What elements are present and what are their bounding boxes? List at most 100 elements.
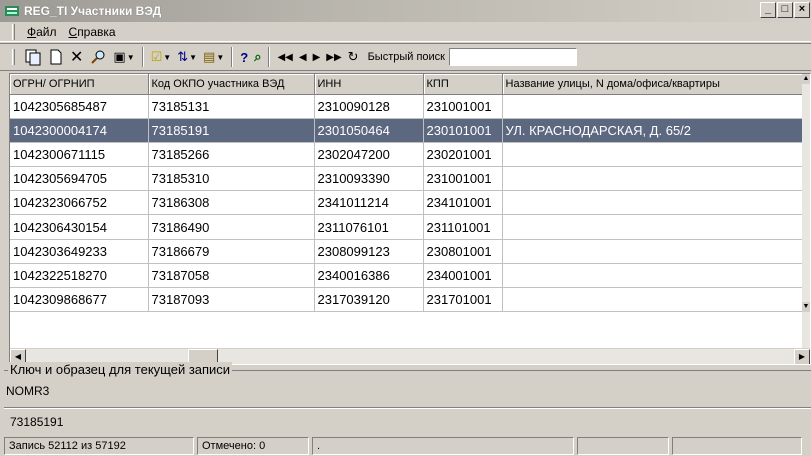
- table-cell[interactable]: [502, 190, 806, 216]
- sort-button[interactable]: ⇅ ▼: [174, 46, 200, 68]
- table-cell[interactable]: 73185310: [148, 166, 315, 192]
- column-header-kpp[interactable]: КПП: [423, 74, 503, 95]
- new-record-button[interactable]: [45, 46, 67, 68]
- table-cell[interactable]: 1042322518270: [10, 263, 149, 289]
- table-cell[interactable]: [502, 166, 806, 192]
- scroll-right-icon[interactable]: ▶: [794, 349, 810, 364]
- table-cell[interactable]: 2317039120: [314, 287, 424, 313]
- column-header-inn[interactable]: ИНН: [314, 74, 424, 95]
- first-record-icon: ◀◀: [277, 51, 293, 63]
- table-cell[interactable]: 1042300671115: [10, 142, 149, 168]
- table-cell[interactable]: 230101001: [423, 118, 503, 143]
- refresh-button[interactable]: ↻: [345, 46, 362, 68]
- last-record-button[interactable]: ▶▶: [323, 46, 344, 68]
- table-cell[interactable]: 231001001: [423, 166, 503, 192]
- search-button[interactable]: [86, 46, 110, 68]
- table-cell[interactable]: 73186490: [148, 214, 315, 240]
- key-panel: Ключ и образец для текущей записи NOMR3 …: [4, 362, 811, 434]
- close-button[interactable]: ×: [794, 2, 810, 18]
- find-record-icon: ⌕: [254, 49, 262, 64]
- mark-button[interactable]: ☑ ▼: [148, 46, 175, 68]
- table-cell[interactable]: 1042305694705: [10, 166, 149, 192]
- table-row[interactable]: 1042309868677 73187093 2317039120 231701001: [10, 287, 806, 313]
- table-cell[interactable]: [502, 214, 806, 240]
- table-cell[interactable]: 1042303649233: [10, 239, 149, 264]
- table-cell[interactable]: 73185191: [148, 118, 315, 143]
- delete-button[interactable]: ✕: [67, 46, 86, 68]
- table-cell[interactable]: 73186308: [148, 190, 315, 216]
- table-cell[interactable]: [502, 287, 806, 313]
- first-record-button[interactable]: ◀◀: [274, 46, 295, 68]
- table-cell[interactable]: 2341011214: [314, 190, 424, 216]
- table-cell[interactable]: [502, 239, 806, 264]
- column-header-okpo[interactable]: Код ОКПО участника ВЭД: [148, 74, 315, 95]
- table-row[interactable]: 1042306430154 73186490 2311076101 231101001: [10, 214, 806, 240]
- scroll-up-icon[interactable]: ▲: [802, 74, 810, 84]
- window-title: REG_TI Участники ВЭД: [24, 4, 162, 18]
- view-icon: ▣: [113, 49, 126, 64]
- status-record: Запись 52112 из 57192: [4, 437, 194, 455]
- table-row[interactable]: 1042305694705 73185310 2310093390 231001001: [10, 166, 806, 192]
- view-button[interactable]: ▣ ▼: [110, 46, 137, 68]
- records-grid: ОГРН/ ОГРНИП Код ОКПО участника ВЭД ИНН …: [9, 73, 811, 365]
- table-cell[interactable]: 230801001: [423, 239, 503, 264]
- table-cell[interactable]: 73185266: [148, 142, 315, 168]
- table-cell[interactable]: [502, 94, 806, 119]
- table-row[interactable]: 1042323066752 73186308 2341011214 234101001: [10, 190, 806, 216]
- table-cell[interactable]: 73185131: [148, 94, 315, 119]
- filter-icon: ▤: [203, 49, 216, 64]
- table-cell[interactable]: 1042305685487: [10, 94, 149, 119]
- column-header-ogrn[interactable]: ОГРН/ ОГРНИП: [10, 74, 149, 95]
- table-cell[interactable]: УЛ. КРАСНОДАРСКАЯ, Д. 65/2: [502, 118, 806, 143]
- table-cell[interactable]: [502, 142, 806, 168]
- find-record-button[interactable]: ⌕: [251, 46, 264, 68]
- status-extra: .: [312, 437, 574, 455]
- next-record-button[interactable]: ▶: [310, 46, 324, 68]
- table-cell[interactable]: [502, 263, 806, 289]
- table-cell[interactable]: 234001001: [423, 263, 503, 289]
- toolbar: ✕ ▣ ▼ ☑ ▼ ⇅ ▼ ▤ ▼ ? ⌕ ◀◀ ◀ ▶ ▶▶ ↻ Быстрый по…: [0, 43, 811, 71]
- table-cell[interactable]: 234101001: [423, 190, 503, 216]
- table-cell[interactable]: 231701001: [423, 287, 503, 313]
- table-cell[interactable]: 1042300004174: [10, 118, 149, 143]
- table-row[interactable]: 1042305685487 73185131 2310090128 231001001: [10, 94, 806, 119]
- table-cell[interactable]: 73187093: [148, 287, 315, 313]
- filter-button[interactable]: ▤ ▼: [200, 46, 227, 68]
- minimize-button[interactable]: _: [760, 2, 776, 18]
- table-cell[interactable]: 1042323066752: [10, 190, 149, 216]
- mark-icon: ☑: [150, 49, 163, 64]
- quick-search-input[interactable]: [449, 48, 577, 66]
- table-cell[interactable]: 2311076101: [314, 214, 424, 240]
- menu-bar: Файл Справка: [0, 22, 811, 42]
- help-button[interactable]: ?: [237, 46, 251, 68]
- table-cell[interactable]: 2301050464: [314, 118, 424, 143]
- table-cell[interactable]: 2310090128: [314, 94, 424, 119]
- table-row[interactable]: 1042300004174 73185191 2301050464 230101001…: [10, 118, 806, 143]
- table-cell[interactable]: 230201001: [423, 142, 503, 168]
- prev-record-icon: ◀: [298, 51, 307, 63]
- table-cell[interactable]: 2302047200: [314, 142, 424, 168]
- table-cell[interactable]: 73186679: [148, 239, 315, 264]
- table-cell[interactable]: 2310093390: [314, 166, 424, 192]
- table-cell[interactable]: 231101001: [423, 214, 503, 240]
- table-cell[interactable]: 2308099123: [314, 239, 424, 264]
- table-cell[interactable]: 1042309868677: [10, 287, 149, 313]
- table-row[interactable]: 1042300671115 73185266 2302047200 230201001: [10, 142, 806, 168]
- table-cell[interactable]: 231001001: [423, 94, 503, 119]
- records-table: ОГРН/ ОГРНИП Код ОКПО участника ВЭД ИНН …: [10, 74, 806, 313]
- vertical-scrollbar[interactable]: ▲ ▼: [802, 74, 810, 348]
- scroll-down-icon[interactable]: ▼: [802, 302, 810, 312]
- table-cell[interactable]: 73187058: [148, 263, 315, 289]
- menu-file[interactable]: Файл: [21, 25, 63, 39]
- copy-record-button[interactable]: [21, 46, 45, 68]
- maximize-button[interactable]: □: [777, 2, 793, 18]
- status-bar: Запись 52112 из 57192 Отмечено: 0 .: [0, 436, 811, 456]
- prev-record-button[interactable]: ◀: [296, 46, 310, 68]
- table-row[interactable]: 1042303649233 73186679 2308099123 230801001: [10, 239, 806, 264]
- table-cell[interactable]: 1042306430154: [10, 214, 149, 240]
- table-cell[interactable]: 2340016386: [314, 263, 424, 289]
- table-row[interactable]: 1042322518270 73187058 2340016386 234001001: [10, 263, 806, 289]
- status-marked: Отмечено: 0: [197, 437, 309, 455]
- column-header-address[interactable]: Название улицы, N дома/офиса/квартиры: [502, 74, 806, 95]
- menu-help[interactable]: Справка: [63, 25, 122, 39]
